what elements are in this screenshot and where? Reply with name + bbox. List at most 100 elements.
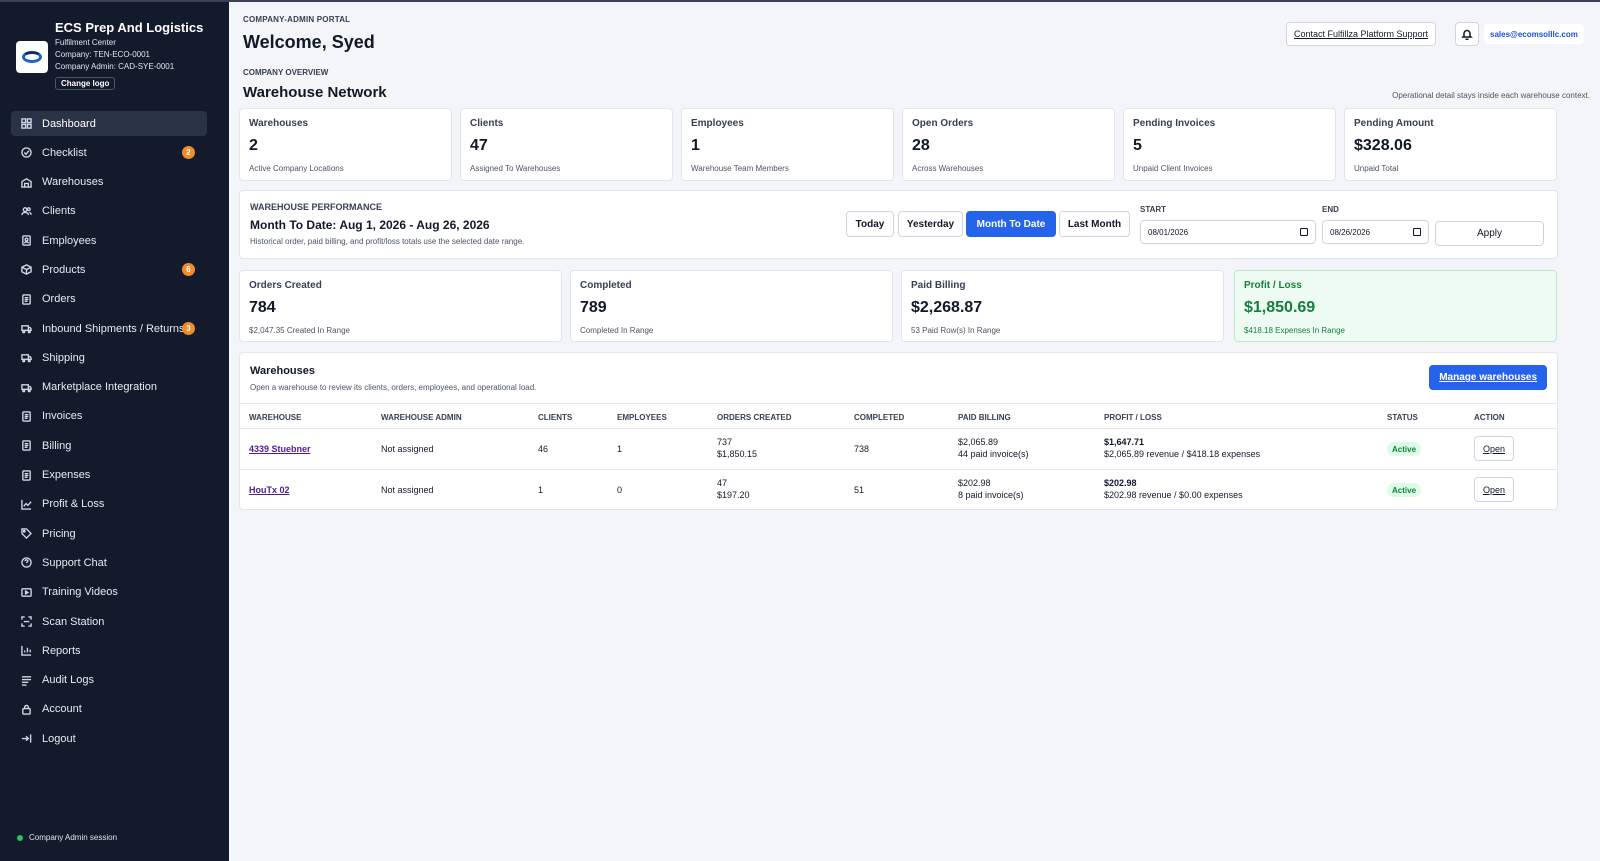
change-logo-button[interactable]: Change logo — [55, 77, 116, 90]
warehouse-admin: Not assigned — [381, 485, 434, 495]
profit-loss: $202.98 $202.98 revenue / $0.00 expenses — [1104, 477, 1243, 501]
sidebar-item-billing[interactable]: Billing — [11, 433, 207, 458]
column-header: WAREHOUSE — [249, 413, 302, 422]
sidebar-item-shipping[interactable]: Shipping — [11, 345, 207, 370]
sidebar-item-label: Shipping — [42, 351, 85, 364]
stat-label: Employees — [691, 118, 744, 129]
stat-value: 2 — [249, 137, 258, 154]
sidebar-item-expenses[interactable]: Expenses — [11, 463, 207, 488]
sidebar-item-scan-station[interactable]: Scan Station — [11, 609, 207, 634]
sidebar-item-invoices[interactable]: Invoices — [11, 404, 207, 429]
main-content: COMPANY-ADMIN PORTAL Welcome, Syed Conta… — [229, 2, 1600, 861]
open-warehouse-button[interactable]: Open — [1474, 436, 1514, 461]
stat-sub: Completed In Range — [580, 326, 654, 335]
list-icon — [20, 674, 32, 686]
column-header: CLIENTS — [538, 413, 573, 422]
range-yesterday-button[interactable]: Yesterday — [898, 211, 963, 237]
range-last-month-button[interactable]: Last Month — [1059, 211, 1130, 237]
end-date-value: 08/26/2026 — [1330, 227, 1371, 237]
inbound-count-badge: 3 — [182, 322, 195, 336]
document-icon — [20, 293, 32, 305]
sidebar-item-label: Training Videos — [42, 586, 118, 599]
sidebar-item-pricing[interactable]: Pricing — [11, 521, 207, 546]
paid-billing: $202.98 8 paid invoice(s) — [958, 477, 1024, 501]
sidebar-item-support-chat[interactable]: Support Chat — [11, 550, 207, 575]
end-date-input[interactable]: 08/26/2026 — [1322, 220, 1429, 244]
sidebar-item-label: Dashboard — [42, 117, 96, 130]
contact-support-button[interactable]: Contact Fulfillza Platform Support — [1286, 22, 1437, 46]
session-label: Company Admin session — [29, 833, 118, 842]
sidebar-item-label: Pricing — [42, 527, 76, 540]
clients-count: 1 — [538, 485, 544, 495]
sidebar-item-inbound-shipments[interactable]: Inbound Shipments / Returns 3 — [11, 316, 207, 341]
sidebar-item-products[interactable]: Products 6 — [11, 257, 207, 282]
company-logo — [16, 41, 48, 73]
stat-card-open-orders: Open Orders 28 Across Warehouses — [902, 108, 1115, 181]
notifications-button[interactable] — [1455, 22, 1479, 46]
warehouse-link[interactable]: HouTx 02 — [249, 484, 290, 496]
window-top-border — [0, 0, 1600, 2]
box-icon — [20, 264, 32, 276]
range-card-paid-billing: Paid Billing $2,268.87 53 Paid Row(s) In… — [901, 270, 1224, 342]
portal-label: COMPANY-ADMIN PORTAL — [243, 15, 351, 24]
sidebar-item-warehouses[interactable]: Warehouses — [11, 170, 207, 195]
stat-label: Open Orders — [912, 118, 974, 129]
range-today-button[interactable]: Today — [846, 211, 894, 237]
document-icon — [20, 469, 32, 481]
section-title: Warehouse Network — [243, 84, 387, 101]
sidebar-item-label: Checklist — [42, 146, 87, 159]
stat-value: 5 — [1133, 137, 1142, 154]
sidebar-item-label: Audit Logs — [42, 674, 94, 687]
stat-value: 789 — [580, 299, 607, 316]
manage-warehouses-button[interactable]: Manage warehouses — [1429, 365, 1547, 390]
warehouses-title: Warehouses — [250, 365, 316, 377]
sidebar-item-logout[interactable]: Logout — [11, 726, 207, 751]
company-admin-id: Company Admin: CAD-SYE-0001 — [55, 62, 175, 71]
warehouses-panel: Warehouses Open a warehouse to review it… — [239, 352, 1558, 510]
calendar-icon — [1300, 228, 1308, 236]
user-email[interactable]: sales@ecomsolllc.com — [1484, 24, 1584, 44]
sidebar-item-training-videos[interactable]: Training Videos — [11, 580, 207, 605]
paid-count: 44 paid invoice(s) — [958, 449, 1029, 459]
sidebar-item-profit-loss[interactable]: Profit & Loss — [11, 492, 207, 517]
open-warehouse-button[interactable]: Open — [1474, 477, 1514, 502]
sidebar-item-clients[interactable]: Clients — [11, 199, 207, 224]
sidebar-item-account[interactable]: Account — [11, 697, 207, 722]
grid-icon — [20, 118, 32, 130]
range-month-to-date-button[interactable]: Month To Date — [966, 211, 1056, 237]
apply-button[interactable]: Apply — [1435, 221, 1544, 246]
help-circle-icon — [20, 557, 32, 569]
tag-icon — [20, 528, 32, 540]
status-badge: Active — [1387, 483, 1422, 497]
sidebar-item-label: Scan Station — [42, 615, 105, 628]
sidebar-item-dashboard[interactable]: Dashboard — [11, 111, 207, 136]
stat-sub: 53 Paid Row(s) In Range — [911, 326, 1001, 335]
truck-icon — [20, 352, 32, 364]
orders-created: 737 $1,850.15 — [717, 436, 757, 460]
stat-label: Pending Invoices — [1133, 118, 1216, 129]
performance-title: Month To Date: Aug 1, 2026 - Aug 26, 202… — [250, 218, 490, 232]
sidebar-item-orders[interactable]: Orders — [11, 287, 207, 312]
company-subtitle: Fulfilment Center — [55, 38, 116, 47]
stat-label: Orders Created — [249, 280, 322, 291]
sidebar-item-reports[interactable]: Reports — [11, 638, 207, 663]
warehouse-link[interactable]: 4339 Stuebner — [249, 443, 311, 455]
sidebar-item-employees[interactable]: Employees — [11, 228, 207, 253]
bar-chart-icon — [20, 645, 32, 657]
id-badge-icon — [20, 235, 32, 247]
session-indicator: Company Admin session — [17, 833, 117, 842]
line-chart-icon — [20, 498, 32, 510]
sidebar-item-checklist[interactable]: Checklist 2 — [11, 140, 207, 165]
sidebar-item-marketplace-integration[interactable]: Marketplace Integration — [11, 375, 207, 400]
paid-amount: $2,065.89 — [958, 437, 999, 447]
start-date-input[interactable]: 08/01/2026 — [1140, 220, 1316, 244]
sidebar: ECS Prep And Logistics Fulfilment Center… — [0, 0, 229, 861]
warehouse-icon — [20, 176, 32, 188]
stat-value: 1 — [691, 137, 700, 154]
warehouse-performance-panel: WAREHOUSE PERFORMANCE Month To Date: Aug… — [239, 190, 1558, 259]
sidebar-item-label: Expenses — [42, 469, 91, 482]
company-id: Company: TEN-ECO-0001 — [55, 50, 150, 59]
stat-card-warehouses: Warehouses 2 Active Company Locations — [239, 108, 452, 181]
sidebar-item-audit-logs[interactable]: Audit Logs — [11, 668, 207, 693]
checklist-count-badge: 2 — [182, 146, 195, 160]
